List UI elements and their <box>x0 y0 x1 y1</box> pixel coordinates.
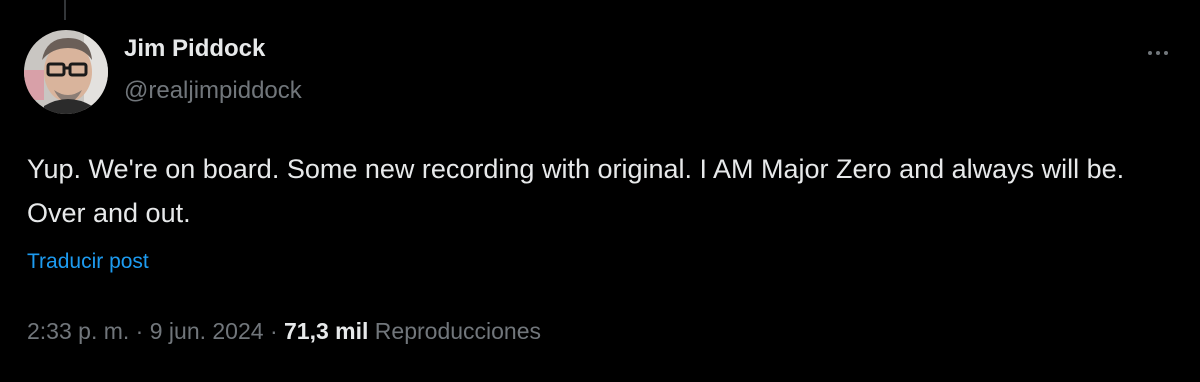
views-label: Reproducciones <box>374 318 542 344</box>
post-text: Yup. We're on board. Some new recording … <box>27 154 1125 228</box>
avatar[interactable] <box>24 30 108 114</box>
meta-separator: · <box>269 318 278 344</box>
more-dot <box>1164 51 1168 55</box>
post-card: Jim Piddock @realjimpiddock Yup. We're o… <box>0 0 1200 382</box>
post-date[interactable]: 9 jun. 2024 <box>150 318 264 344</box>
author-handle[interactable]: @realjimpiddock <box>124 77 302 105</box>
thread-connector-line <box>64 0 66 20</box>
author-name[interactable]: Jim Piddock <box>124 35 265 63</box>
views-count[interactable]: 71,3 mil <box>284 318 368 344</box>
post-metadata: 2:33 p. m. · 9 jun. 2024 · 71,3 mil Repr… <box>27 318 541 345</box>
post-time[interactable]: 2:33 p. m. <box>27 318 129 344</box>
translate-post-link[interactable]: Traducir post <box>27 250 149 274</box>
meta-separator: · <box>135 318 144 344</box>
more-dot <box>1156 51 1160 55</box>
more-horizontal-icon[interactable] <box>1138 38 1178 68</box>
more-dot <box>1148 51 1152 55</box>
